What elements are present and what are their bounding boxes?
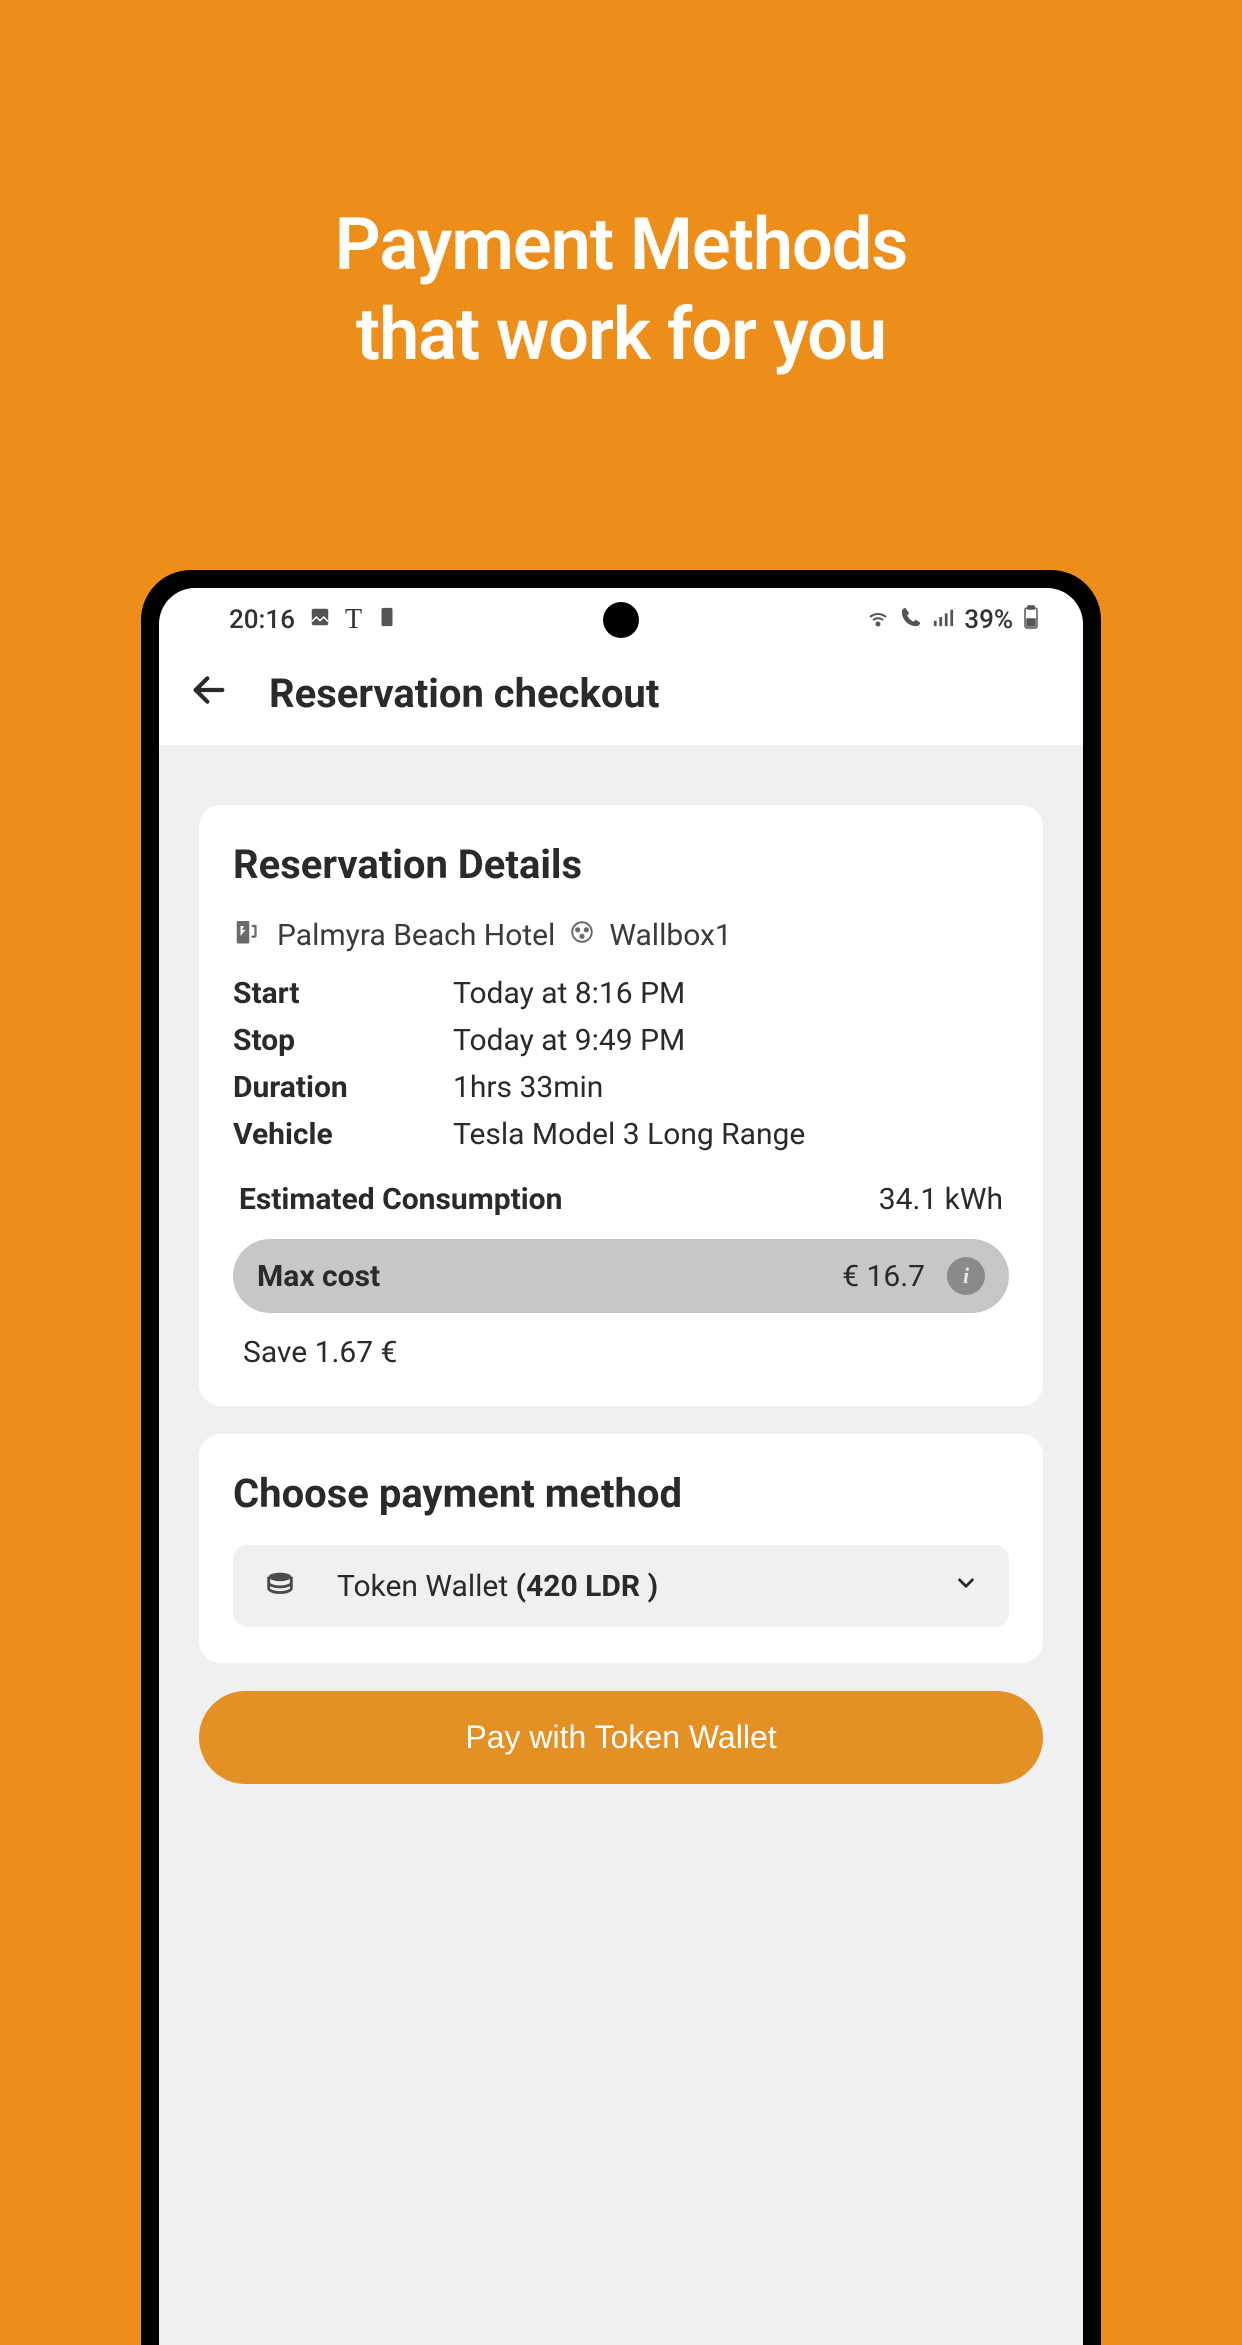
chevron-down-icon	[953, 1570, 979, 1603]
detail-row-start: Start Today at 8:16 PM	[233, 976, 1009, 1011]
consumption-value: 34.1 kWh	[879, 1182, 1003, 1217]
charger-name: Wallbox1	[609, 918, 731, 953]
payment-method-card: Choose payment method Token Wallet (420 …	[199, 1434, 1043, 1663]
status-time: 20:16	[229, 605, 295, 635]
vehicle-label: Vehicle	[233, 1117, 453, 1152]
battery-icon	[1023, 605, 1039, 636]
hero-headline: Payment Methods that work for you	[0, 0, 1242, 380]
device-icon	[376, 605, 398, 635]
start-label: Start	[233, 976, 453, 1011]
connector-icon	[569, 918, 595, 953]
content-area: Reservation Details Palmyra Beach Hotel …	[159, 745, 1083, 2345]
call-icon	[900, 605, 922, 635]
detail-row-duration: Duration 1hrs 33min	[233, 1070, 1009, 1105]
location-name: Palmyra Beach Hotel	[277, 918, 555, 953]
save-amount: Save 1.67 €	[233, 1335, 1009, 1370]
tesla-icon: T	[345, 604, 362, 636]
camera-notch	[603, 602, 639, 638]
status-bar-left: 20:16 T	[229, 604, 398, 636]
consumption-label: Estimated Consumption	[239, 1182, 562, 1217]
phone-screen: 20:16 T 39%	[159, 588, 1083, 2345]
status-bar-right: 39%	[866, 605, 1039, 636]
page-title: Reservation checkout	[269, 670, 659, 717]
selected-payment-text: Token Wallet (420 LDR )	[337, 1569, 913, 1604]
hero-line-1: Payment Methods	[0, 200, 1242, 290]
estimated-consumption-row: Estimated Consumption 34.1 kWh	[233, 1182, 1009, 1217]
max-cost-value: € 16.7	[842, 1259, 925, 1294]
selected-payment-prefix: Token Wallet	[337, 1569, 516, 1604]
pay-button[interactable]: Pay with Token Wallet	[199, 1691, 1043, 1784]
signal-icon	[932, 605, 954, 635]
gallery-icon	[309, 605, 331, 635]
reservation-details-card: Reservation Details Palmyra Beach Hotel …	[199, 805, 1043, 1406]
selected-payment-balance: (420 LDR )	[516, 1569, 659, 1604]
hero-line-2: that work for you	[0, 290, 1242, 380]
stop-label: Stop	[233, 1023, 453, 1058]
charging-station-icon	[233, 916, 263, 954]
max-cost-label: Max cost	[257, 1259, 380, 1294]
wifi-icon	[866, 605, 890, 636]
app-header: Reservation checkout	[159, 652, 1083, 745]
payment-method-title: Choose payment method	[233, 1470, 1009, 1517]
max-cost-row: Max cost € 16.7 i	[233, 1239, 1009, 1313]
vehicle-value: Tesla Model 3 Long Range	[453, 1117, 1009, 1152]
payment-method-select[interactable]: Token Wallet (420 LDR )	[233, 1545, 1009, 1627]
duration-label: Duration	[233, 1070, 453, 1105]
status-bar: 20:16 T 39%	[159, 588, 1083, 652]
reservation-details-title: Reservation Details	[233, 841, 1009, 888]
duration-value: 1hrs 33min	[453, 1070, 1009, 1105]
phone-device-frame: 20:16 T 39%	[141, 570, 1101, 2345]
wallet-icon	[263, 1567, 297, 1605]
detail-row-vehicle: Vehicle Tesla Model 3 Long Range	[233, 1117, 1009, 1152]
detail-row-stop: Stop Today at 9:49 PM	[233, 1023, 1009, 1058]
back-button[interactable]	[189, 670, 229, 717]
info-icon[interactable]: i	[947, 1257, 985, 1295]
start-value: Today at 8:16 PM	[453, 976, 1009, 1011]
stop-value: Today at 9:49 PM	[453, 1023, 1009, 1058]
battery-percent: 39%	[964, 605, 1013, 635]
location-row: Palmyra Beach Hotel Wallbox1	[233, 916, 1009, 954]
